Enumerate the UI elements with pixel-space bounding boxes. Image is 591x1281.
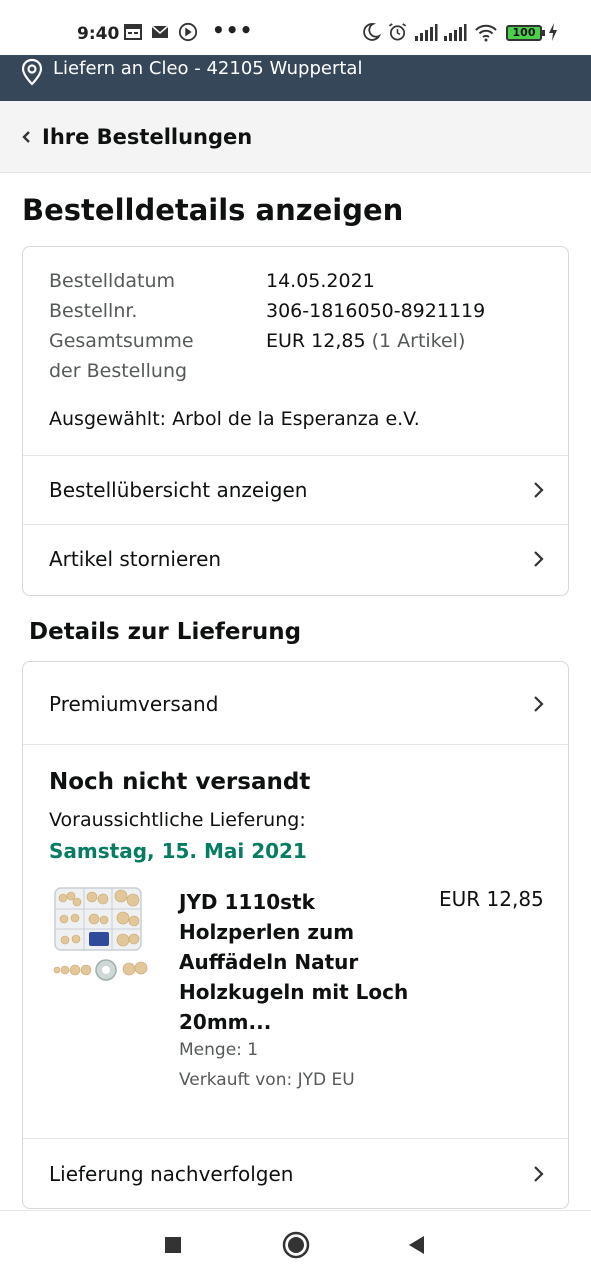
location-pin-icon bbox=[21, 58, 43, 86]
cancel-items-link[interactable]: Artikel stornieren bbox=[23, 524, 568, 595]
delivery-section-title: Details zur Lieferung bbox=[29, 619, 302, 645]
product-seller: Verkauft von: JYD EU bbox=[179, 1070, 355, 1090]
order-total-label-line1: Gesamtsumme bbox=[49, 330, 194, 352]
battery-tip bbox=[542, 30, 545, 36]
delivery-location-bar[interactable]: Liefern an Cleo - 42105 Wuppertal bbox=[0, 55, 591, 101]
back-link-your-orders[interactable]: Ihre Bestellungen bbox=[42, 125, 252, 149]
order-total-value-wrap: EUR 12,85 (1 Artikel) bbox=[266, 330, 465, 352]
chevron-right-icon bbox=[534, 1166, 544, 1182]
mail-icon bbox=[151, 25, 169, 38]
charging-icon bbox=[549, 23, 557, 41]
system-navigation-bar bbox=[0, 1210, 591, 1281]
estimated-delivery-date: Samstag, 15. Mai 2021 bbox=[49, 839, 307, 863]
order-date-value: 14.05.2021 bbox=[266, 270, 375, 292]
product-title-line: Holzkugeln mit Loch bbox=[179, 980, 409, 1004]
chevron-left-icon bbox=[22, 131, 30, 143]
order-date-label: Bestelldatum bbox=[49, 270, 176, 292]
moon-icon bbox=[363, 23, 381, 41]
calendar-icon bbox=[124, 24, 142, 40]
home-circle-icon[interactable] bbox=[282, 1231, 310, 1259]
status-bar: 9:40 ••• 100 bbox=[0, 0, 591, 55]
order-item-count: (1 Artikel) bbox=[371, 330, 466, 352]
product-title-line: Holzperlen zum bbox=[179, 920, 355, 944]
chevron-right-icon bbox=[534, 482, 544, 498]
back-navigation[interactable]: Ihre Bestellungen bbox=[0, 101, 591, 173]
divider bbox=[23, 744, 568, 745]
product-title-line: Auffädeln Natur bbox=[179, 950, 359, 974]
status-time: 9:40 bbox=[77, 24, 120, 44]
shipping-method-link[interactable]: Premiumversand bbox=[23, 662, 568, 745]
product-price: EUR 12,85 bbox=[439, 887, 544, 911]
shipping-method-label: Premiumversand bbox=[49, 692, 219, 716]
product-title-line: JYD 1110stk bbox=[179, 890, 315, 914]
alarm-icon bbox=[388, 23, 407, 41]
shipment-status: Noch nicht versandt bbox=[49, 769, 311, 795]
wifi-icon bbox=[475, 24, 497, 42]
order-total-value: EUR 12,85 bbox=[266, 330, 366, 352]
product-quantity: Menge: 1 bbox=[179, 1040, 259, 1060]
estimated-delivery-label: Voraussichtliche Lieferung: bbox=[49, 809, 306, 831]
order-summary-card: Bestelldatum 14.05.2021 Bestellnr. 306-1… bbox=[22, 246, 569, 596]
chevron-right-icon bbox=[534, 551, 544, 567]
square-icon[interactable] bbox=[163, 1235, 183, 1255]
selected-charity: Ausgewählt: Arbol de la Esperanza e.V. bbox=[49, 408, 420, 430]
cancel-items-label: Artikel stornieren bbox=[49, 547, 222, 571]
track-delivery-label: Lieferung nachverfolgen bbox=[49, 1162, 294, 1186]
signal-icon bbox=[415, 24, 438, 41]
delivery-location-text: Liefern an Cleo - 42105 Wuppertal bbox=[53, 58, 363, 79]
product-image[interactable] bbox=[49, 884, 153, 988]
order-number-value: 306-1816050-8921119 bbox=[266, 300, 486, 322]
battery-level: 100 bbox=[512, 26, 536, 39]
signal-icon bbox=[444, 24, 467, 41]
order-total-label-line2: der Bestellung bbox=[49, 360, 188, 382]
more-notifications: ••• bbox=[212, 18, 254, 42]
vpn-icon bbox=[178, 22, 198, 42]
product-title[interactable]: JYD 1110stk Holzperlen zum Auffädeln Nat… bbox=[179, 887, 419, 1037]
back-triangle-icon[interactable] bbox=[406, 1234, 426, 1256]
battery-icon: 100 bbox=[506, 25, 542, 41]
order-overview-link[interactable]: Bestellübersicht anzeigen bbox=[23, 455, 568, 524]
delivery-card: Premiumversand Noch nicht versandt Vorau… bbox=[22, 661, 569, 1209]
chevron-right-icon bbox=[534, 696, 544, 712]
product-title-line: 20mm... bbox=[179, 1010, 272, 1034]
order-overview-label: Bestellübersicht anzeigen bbox=[49, 478, 308, 502]
page-title: Bestelldetails anzeigen bbox=[22, 193, 404, 227]
track-delivery-link[interactable]: Lieferung nachverfolgen bbox=[23, 1138, 568, 1208]
order-number-label: Bestellnr. bbox=[49, 300, 138, 322]
